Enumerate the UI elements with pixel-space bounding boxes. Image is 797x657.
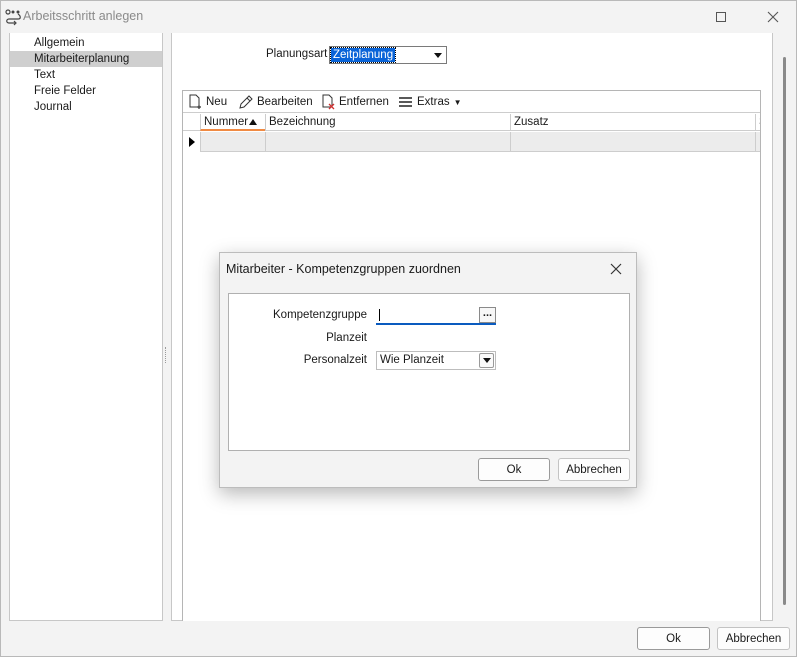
dropdown-arrow-icon: ▼ xyxy=(453,97,462,107)
text-caret xyxy=(379,309,380,321)
grid-toolbar: Neu Bearbeiten Entfernen Extras ▼ xyxy=(183,91,760,113)
nav-item-freie-felder[interactable]: Freie Felder xyxy=(10,83,162,99)
close-window-button[interactable] xyxy=(750,1,796,33)
vertical-scrollbar[interactable] xyxy=(774,33,796,621)
nav-item-label: Text xyxy=(34,69,56,81)
personalzeit-label: Personalzeit xyxy=(303,354,367,366)
nav-item-journal[interactable]: Journal xyxy=(10,99,162,115)
nav-item-text[interactable]: Text xyxy=(10,67,162,83)
pencil-icon xyxy=(239,95,253,109)
dialog-cancel-button[interactable]: Abbrechen xyxy=(558,458,630,481)
dialog-title: Mitarbeiter - Kompetenzgruppen zuordnen xyxy=(226,262,461,276)
kompetenzgruppe-label: Kompetenzgruppe xyxy=(273,309,367,321)
planzeit-label: Planzeit xyxy=(326,332,367,344)
ok-button[interactable]: Ok xyxy=(637,627,710,650)
dialog-form: Kompetenzgruppe ... Planzeit Personalzei… xyxy=(228,293,630,451)
planungsart-value: Zeitplanung xyxy=(329,47,397,63)
remove-button-label: Entfernen xyxy=(339,96,389,108)
scrollbar-thumb[interactable] xyxy=(783,57,786,605)
edit-button-label: Bearbeiten xyxy=(257,96,313,108)
navigation-list: Allgemein Mitarbeiterplanung Text Freie … xyxy=(9,33,163,621)
nav-item-label: Journal xyxy=(34,101,72,113)
nav-item-label: Allgemein xyxy=(34,37,85,49)
chevron-down-icon[interactable] xyxy=(479,353,494,368)
column-header-label: Bezeichnung xyxy=(269,116,336,128)
title-bar: Arbeitsschritt anlegen xyxy=(1,1,796,33)
nav-item-allgemein[interactable]: Allgemein xyxy=(10,35,162,51)
column-header-label: S xyxy=(759,116,760,128)
column-header-label: Zusatz xyxy=(514,116,549,128)
dialog-close-button[interactable] xyxy=(608,261,624,277)
new-document-icon xyxy=(189,94,201,109)
personalzeit-select[interactable]: Wie Planzeit xyxy=(376,351,496,370)
splitter-handle[interactable] xyxy=(165,347,168,363)
dialog-ok-label: Ok xyxy=(506,463,522,476)
window-title: Arbeitsschritt anlegen xyxy=(23,9,144,23)
chevron-down-icon[interactable] xyxy=(431,48,445,62)
nav-item-mitarbeiterplanung[interactable]: Mitarbeiterplanung xyxy=(10,51,162,67)
row-pointer-icon xyxy=(183,132,200,152)
new-button-label: Neu xyxy=(206,96,228,108)
edit-button[interactable]: Bearbeiten xyxy=(238,93,313,111)
grid-header: Nummer Bezeichnung Zusatz S xyxy=(183,114,760,131)
extras-menu-button[interactable]: Extras ▼ xyxy=(398,93,462,111)
extras-button-label: Extras xyxy=(417,96,450,108)
ok-button-label: Ok xyxy=(666,632,681,645)
personalzeit-value: Wie Planzeit xyxy=(380,354,444,366)
row-indicator-header xyxy=(183,114,200,131)
cancel-button[interactable]: Abbrechen xyxy=(717,627,790,650)
column-header-bezeichnung[interactable]: Bezeichnung xyxy=(265,114,510,131)
table-cell[interactable] xyxy=(755,132,760,152)
table-cell[interactable] xyxy=(265,132,510,152)
nav-item-label: Mitarbeiterplanung xyxy=(34,53,130,65)
table-cell[interactable] xyxy=(510,132,755,152)
kompetenzgruppe-input[interactable]: ... xyxy=(376,306,496,325)
main-window: Arbeitsschritt anlegen Allgemein Mitarbe… xyxy=(0,0,797,657)
column-header-label: Nummer xyxy=(204,116,249,128)
menu-icon xyxy=(399,97,412,107)
remove-button[interactable]: Entfernen xyxy=(320,93,389,111)
kompetenzgruppe-dialog: Mitarbeiter - Kompetenzgruppen zuordnen … xyxy=(219,252,637,488)
close-icon xyxy=(610,263,622,275)
column-header-truncated[interactable]: S xyxy=(755,114,760,131)
maximize-button[interactable] xyxy=(698,1,744,33)
column-header-zusatz[interactable]: Zusatz xyxy=(510,114,755,131)
new-button[interactable]: Neu xyxy=(187,93,227,111)
column-header-nummer[interactable]: Nummer xyxy=(200,114,265,131)
workflow-icon xyxy=(4,8,22,26)
close-icon xyxy=(767,11,779,23)
planungsart-label: Planungsart xyxy=(266,48,328,60)
browse-button[interactable]: ... xyxy=(479,307,496,323)
dialog-ok-button[interactable]: Ok xyxy=(478,458,550,481)
table-cell[interactable] xyxy=(200,132,265,152)
dialog-cancel-label: Abbrechen xyxy=(566,463,622,476)
nav-item-label: Freie Felder xyxy=(34,85,96,97)
planungsart-select[interactable]: Zeitplanung xyxy=(329,46,447,64)
table-row-new[interactable] xyxy=(183,132,760,152)
remove-document-icon xyxy=(322,94,335,110)
maximize-icon xyxy=(716,12,726,22)
cancel-button-label: Abbrechen xyxy=(725,632,782,645)
sort-ascending-icon xyxy=(249,119,257,125)
